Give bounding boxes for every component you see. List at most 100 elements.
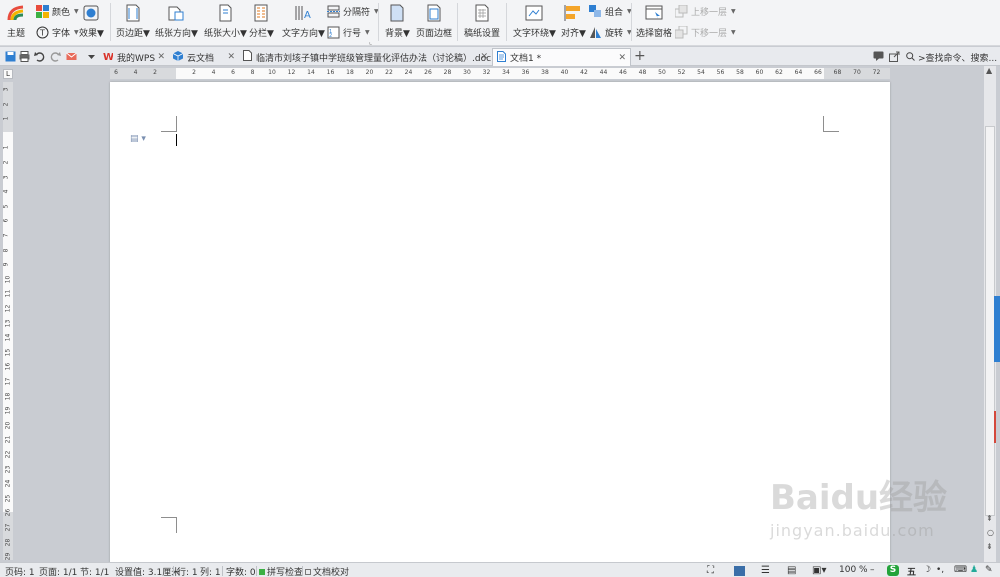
effect-button[interactable]: 效果▼ — [79, 3, 104, 39]
select-browse-icon[interactable]: ○ — [987, 528, 994, 537]
mail-icon[interactable] — [65, 50, 77, 62]
customize-dropdown-icon[interactable] — [85, 50, 97, 62]
page-view-icon[interactable] — [734, 566, 745, 576]
status-divider — [173, 566, 174, 576]
paper-size-icon — [215, 3, 235, 23]
separator-button[interactable]: 分隔符 ▼ — [327, 5, 379, 18]
tab-cloud-docs[interactable]: 云文档 ✕ — [169, 48, 239, 66]
previous-page-icon[interactable]: ⇞ — [986, 514, 993, 523]
web-view-icon[interactable]: ▤ — [787, 565, 796, 576]
ruler-tick-label: 20 — [365, 69, 374, 76]
ruler-tick-label: 23 — [4, 465, 12, 473]
ruler-tick-label: 70 — [853, 69, 861, 76]
ruler-tick-label: 22 — [385, 69, 393, 76]
ruler-tab-selector[interactable]: L — [3, 69, 13, 79]
tab-my-wps[interactable]: W 我的WPS ✕ — [99, 48, 169, 66]
vertical-ruler[interactable]: 3 2 1 1 2 3 4 5 6 7 8 9 10 11 12 13 14 15 16 17 18 19 20 21 22 23… — [2, 82, 13, 561]
user-icon[interactable]: ♟ — [970, 565, 978, 575]
align-button[interactable]: 对齐▼ — [561, 3, 586, 39]
close-icon[interactable]: ✕ — [227, 52, 235, 62]
page-border-icon — [424, 3, 444, 23]
scroll-up-icon[interactable]: ▲ — [986, 66, 992, 75]
rotate-button[interactable]: 旋转 ▼ — [589, 26, 632, 39]
command-search[interactable]: >查找命令、搜索... — [906, 51, 997, 64]
print-icon[interactable] — [18, 50, 30, 62]
ruler-tick-label: 34 — [502, 69, 510, 76]
selection-pane-button[interactable]: 选择窗格 — [636, 3, 672, 39]
columns-icon — [251, 3, 271, 23]
ruler-tick-label: 18 — [4, 392, 12, 400]
ruler-tick-label: 40 — [560, 69, 569, 76]
ruler-tick-label: 38 — [541, 69, 549, 76]
moon-icon[interactable]: ☽ — [923, 565, 931, 575]
ruler-tick-label: 13 — [4, 319, 12, 327]
ruler-tick-label: 68 — [833, 69, 842, 76]
zoom-level[interactable]: 100 % — [839, 565, 868, 575]
ruler-tick-label: 15 — [4, 348, 12, 357]
redo-icon[interactable] — [49, 50, 61, 62]
keyboard-icon[interactable]: ⌨ — [954, 565, 967, 575]
paragraph-layout-icon[interactable]: ▤ ▾ — [130, 134, 146, 144]
ruler-tick-label: 7 — [2, 233, 10, 238]
bring-forward-button[interactable]: 上移一层 ▼ — [674, 4, 736, 18]
status-word-count[interactable]: 字数: 0 — [226, 565, 256, 577]
outline-view-icon[interactable]: ☰ — [761, 565, 770, 576]
page-border-button[interactable]: 页面边框 — [416, 3, 452, 39]
margins-button[interactable]: 页边距▼ — [116, 3, 150, 39]
watermark: Baidu经验 jingyan.baidu.com — [770, 478, 948, 540]
font-button[interactable]: T 字体 ▼ — [36, 26, 79, 39]
grid-paper-button[interactable]: 稿纸设置 — [464, 3, 500, 39]
ruler-tick-label: 4 — [133, 69, 138, 76]
theme-button[interactable]: 主题 — [6, 3, 26, 39]
ruler-tick-label: 6 — [231, 69, 235, 76]
horizontal-ruler[interactable]: 6 4 2 2 4 6 8 10 12 14 16 18 20 22 24 26 28 30 32 34 36 38 40 4… — [110, 68, 890, 79]
tab-document-doc[interactable]: 临清市刘垓子镇中学班级管理量化评估办法（讨论稿）.doc ✕ — [239, 48, 492, 66]
color-button[interactable]: 颜色 ▼ — [36, 5, 79, 18]
status-page-number: 页码: 1 — [5, 568, 35, 577]
columns-button[interactable]: 分栏▼ — [249, 3, 274, 39]
wubi-input-icon[interactable]: 五 — [907, 565, 916, 577]
ruler-tick-label: 5 — [2, 204, 10, 209]
spell-check-toggle[interactable]: 拼写检查 — [259, 565, 303, 577]
ribbon-divider — [506, 3, 507, 41]
doc-review-toggle[interactable]: 文档校对 — [305, 565, 349, 577]
status-setting[interactable]: 设置值: 3.1厘米 — [115, 565, 180, 577]
sogou-input-icon[interactable]: S — [887, 565, 899, 576]
status-pages: 页面: 1/1 — [39, 568, 78, 577]
zoom-out-icon[interactable]: – — [870, 565, 875, 575]
chat-icon[interactable] — [872, 50, 884, 62]
close-icon[interactable]: ✕ — [157, 52, 165, 62]
text-wrap-button[interactable]: 文字环绕▼ — [513, 3, 556, 39]
ruler-tick-label: 2 — [2, 160, 10, 165]
group-button[interactable]: 组合 ▼ — [589, 5, 632, 18]
background-button[interactable]: 背景▼ — [385, 3, 410, 39]
close-icon[interactable]: ✕ — [480, 52, 488, 62]
save-icon[interactable] — [4, 50, 16, 62]
next-page-icon[interactable]: ⇟ — [986, 542, 993, 551]
font-t-icon: T — [36, 26, 49, 39]
fullscreen-icon[interactable]: ⛶ — [707, 565, 714, 576]
undo-icon[interactable] — [33, 50, 45, 62]
paper-size-button[interactable]: 纸张大小▼ — [204, 3, 247, 39]
ruler-tick-label: 17 — [4, 377, 12, 386]
status-bar: 页码: 1 页面: 1/1 节: 1/1 设置值: 3.1厘米 行: 1 列: … — [0, 562, 1000, 577]
line-numbers-button[interactable]: 12 行号 ▼ — [327, 26, 370, 39]
side-panel-toggle[interactable] — [994, 296, 1000, 362]
svg-text:2: 2 — [329, 33, 332, 39]
tab-document1[interactable]: 文档1 * ✕ — [492, 48, 631, 66]
send-backward-button[interactable]: 下移一层 ▼ — [674, 25, 736, 39]
ruler-tick-label: 14 — [4, 333, 12, 342]
text-direction-button[interactable]: A 文字方向▼ — [282, 3, 325, 39]
close-icon[interactable]: ✕ — [618, 53, 626, 63]
ruler-tick-label: 58 — [736, 69, 744, 76]
new-tab-button[interactable]: + — [634, 48, 646, 64]
reading-view-icon[interactable]: ▣▾ — [812, 565, 826, 576]
wrench-icon[interactable]: ✎ — [985, 565, 993, 575]
orientation-button[interactable]: 纸张方向▼ — [155, 3, 198, 39]
ruler-tick-label: 27 — [4, 523, 12, 532]
share-icon[interactable] — [888, 50, 900, 62]
punctuation-icon[interactable]: •, — [936, 565, 944, 575]
ruler-tick-label: 4 — [2, 189, 10, 194]
ruler-tick-label: 62 — [775, 69, 783, 76]
page-setup-dialog-launcher[interactable]: ⌞ — [369, 38, 372, 46]
